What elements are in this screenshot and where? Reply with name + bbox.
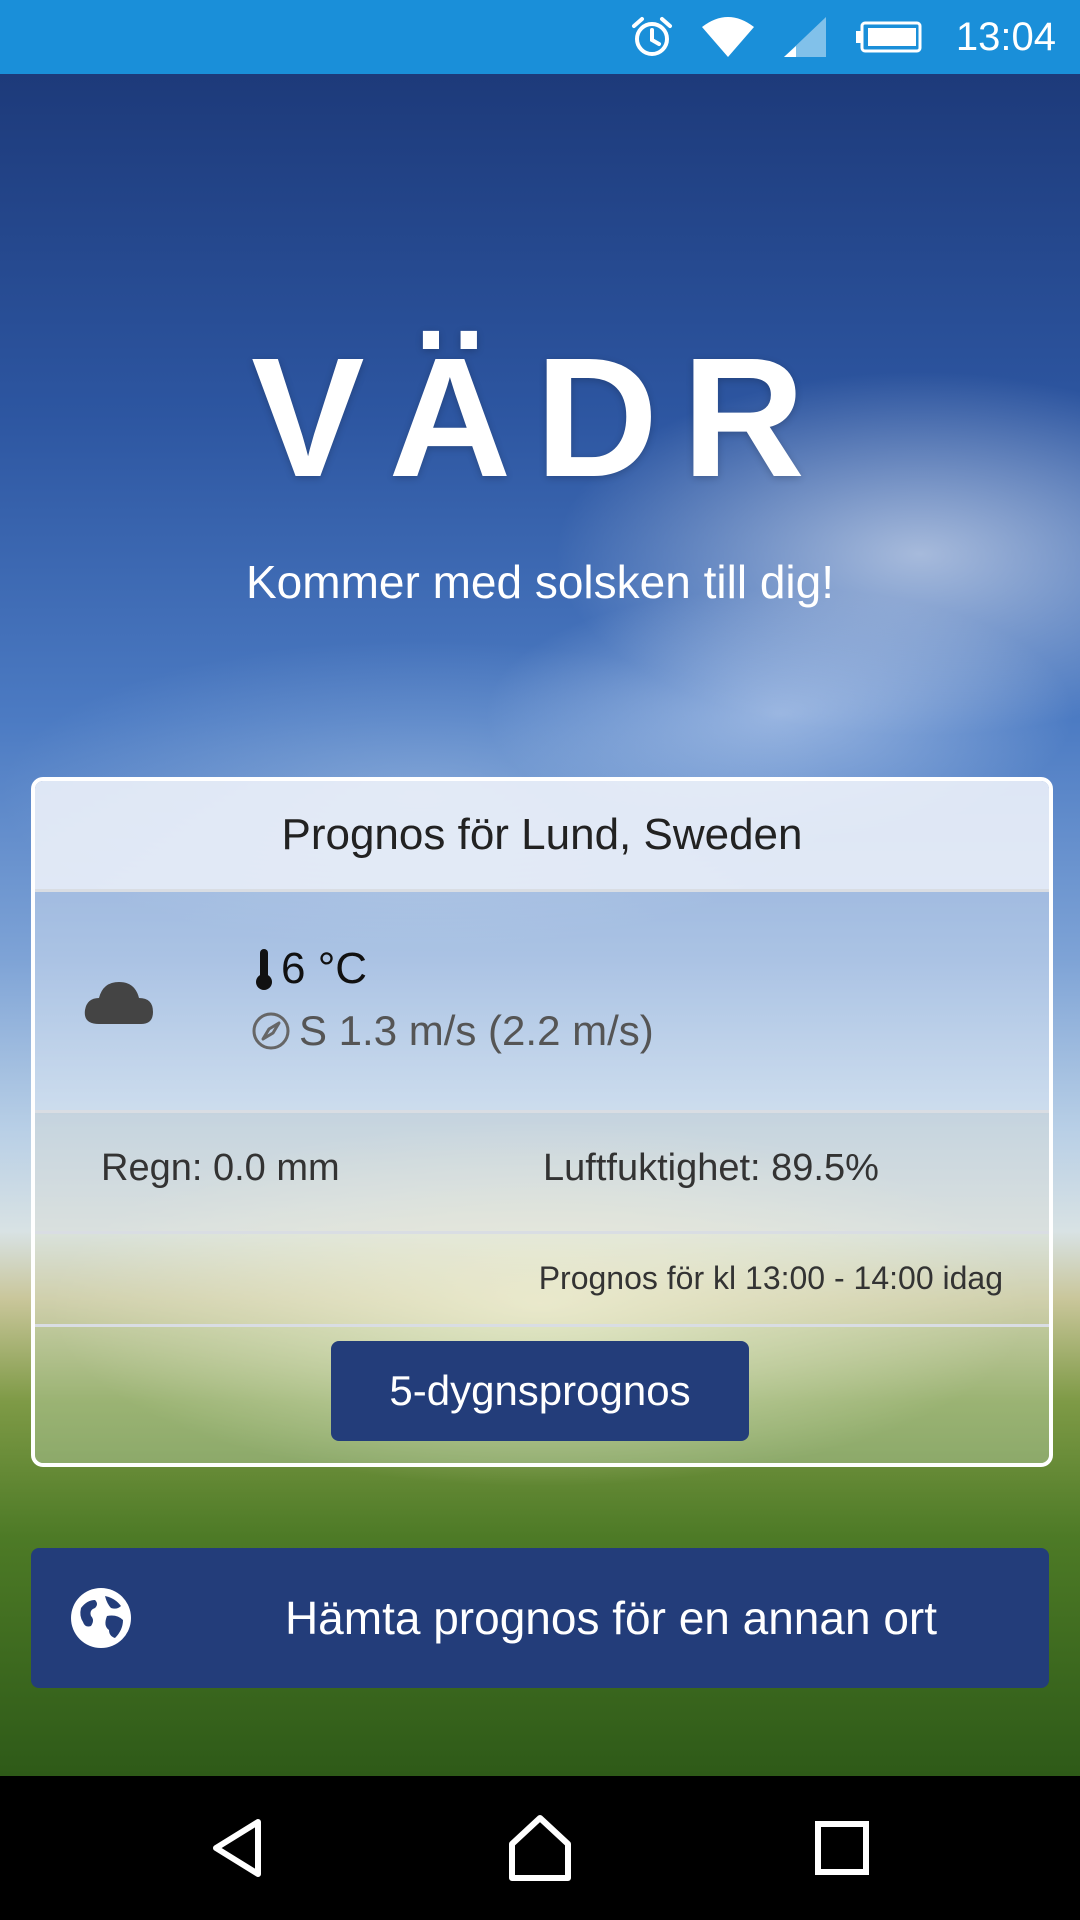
- forecast-period-row: Prognos för kl 13:00 - 14:00 idag: [35, 1234, 1049, 1327]
- alarm-icon: [631, 17, 672, 56]
- tagline: Kommer med solsken till dig!: [246, 556, 834, 608]
- back-icon[interactable]: [198, 1806, 282, 1890]
- card-actions: 5-dygnsprognos: [35, 1327, 1049, 1463]
- wifi-icon: [701, 17, 754, 57]
- thermometer-icon: [256, 949, 272, 990]
- compass-icon: [252, 1012, 290, 1050]
- app-title: VÄDR: [251, 323, 829, 513]
- humidity-value: Luftfuktighet: 89.5%: [543, 1147, 879, 1189]
- navigation-bar: [0, 1776, 1080, 1920]
- cloud-icon: [84, 982, 153, 1024]
- five-day-forecast-button[interactable]: 5-dygnsprognos: [331, 1341, 749, 1441]
- status-time: 13:04: [955, 14, 1056, 59]
- other-location-button[interactable]: Hämta prognos för en annan ort: [31, 1548, 1049, 1688]
- forecast-card: Prognos för Lund, Sweden 6 °C S 1.3 m/s …: [31, 777, 1053, 1467]
- other-location-label: Hämta prognos för en annan ort: [284, 1592, 938, 1644]
- recents-icon[interactable]: [800, 1806, 884, 1890]
- rain-value: Regn: 0.0 mm: [101, 1147, 340, 1189]
- current-weather: 6 °C S 1.3 m/s (2.2 m/s): [35, 892, 1049, 1113]
- signal-icon: [783, 17, 826, 57]
- precipitation-humidity-row: Regn: 0.0 mm Luftfuktighet: 89.5%: [35, 1113, 1049, 1234]
- status-bar: 13:04: [0, 0, 1080, 74]
- wind-value: S 1.3 m/s (2.2 m/s): [299, 1007, 654, 1054]
- temperature-value: 6 °C: [281, 944, 368, 993]
- forecast-location-title: Prognos för Lund, Sweden: [35, 781, 1049, 892]
- home-icon[interactable]: [498, 1806, 582, 1890]
- battery-icon: [855, 21, 922, 53]
- forecast-period: Prognos för kl 13:00 - 14:00 idag: [538, 1260, 1003, 1296]
